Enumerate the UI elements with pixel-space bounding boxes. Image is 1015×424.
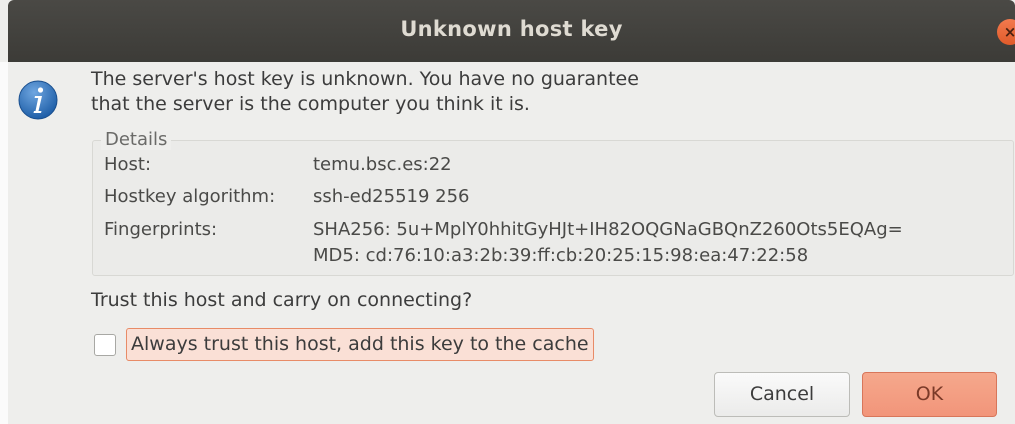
info-icon — [18, 80, 58, 120]
fingerprints-label: Fingerprints: — [104, 219, 218, 240]
title-bar: Unknown host key × — [8, 0, 1015, 62]
host-label: Host: — [104, 154, 152, 175]
close-icon: × — [1003, 23, 1015, 41]
cancel-button[interactable]: Cancel — [714, 372, 850, 417]
window-edge — [0, 62, 8, 424]
fingerprint-sha256: SHA256: 5u+MplY0hhitGyHJt+IH82OQGNaGBQnZ… — [313, 219, 903, 240]
host-value: temu.bsc.es:22 — [313, 154, 452, 175]
message-line-1: The server's host key is unknown. You ha… — [91, 68, 639, 90]
message-line-2: that the server is the computer you thin… — [91, 93, 530, 115]
message-text: The server's host key is unknown. You ha… — [91, 67, 791, 117]
dialog-title: Unknown host key — [400, 17, 623, 41]
details-group: Details Host: temu.bsc.es:22 Hostkey alg… — [92, 129, 1014, 276]
always-trust-checkbox[interactable] — [94, 334, 116, 356]
details-legend: Details — [101, 129, 172, 150]
always-trust-label[interactable]: Always trust this host, add this key to … — [126, 328, 594, 361]
fingerprint-md5: MD5: cd:76:10:a3:2b:39:ff:cb:20:25:15:98… — [313, 245, 809, 266]
algorithm-value: ssh-ed25519 256 — [313, 186, 470, 207]
ok-button[interactable]: OK — [862, 372, 997, 417]
algorithm-label: Hostkey algorithm: — [104, 186, 276, 207]
close-button[interactable]: × — [997, 19, 1015, 45]
trust-question: Trust this host and carry on connecting? — [91, 289, 473, 311]
